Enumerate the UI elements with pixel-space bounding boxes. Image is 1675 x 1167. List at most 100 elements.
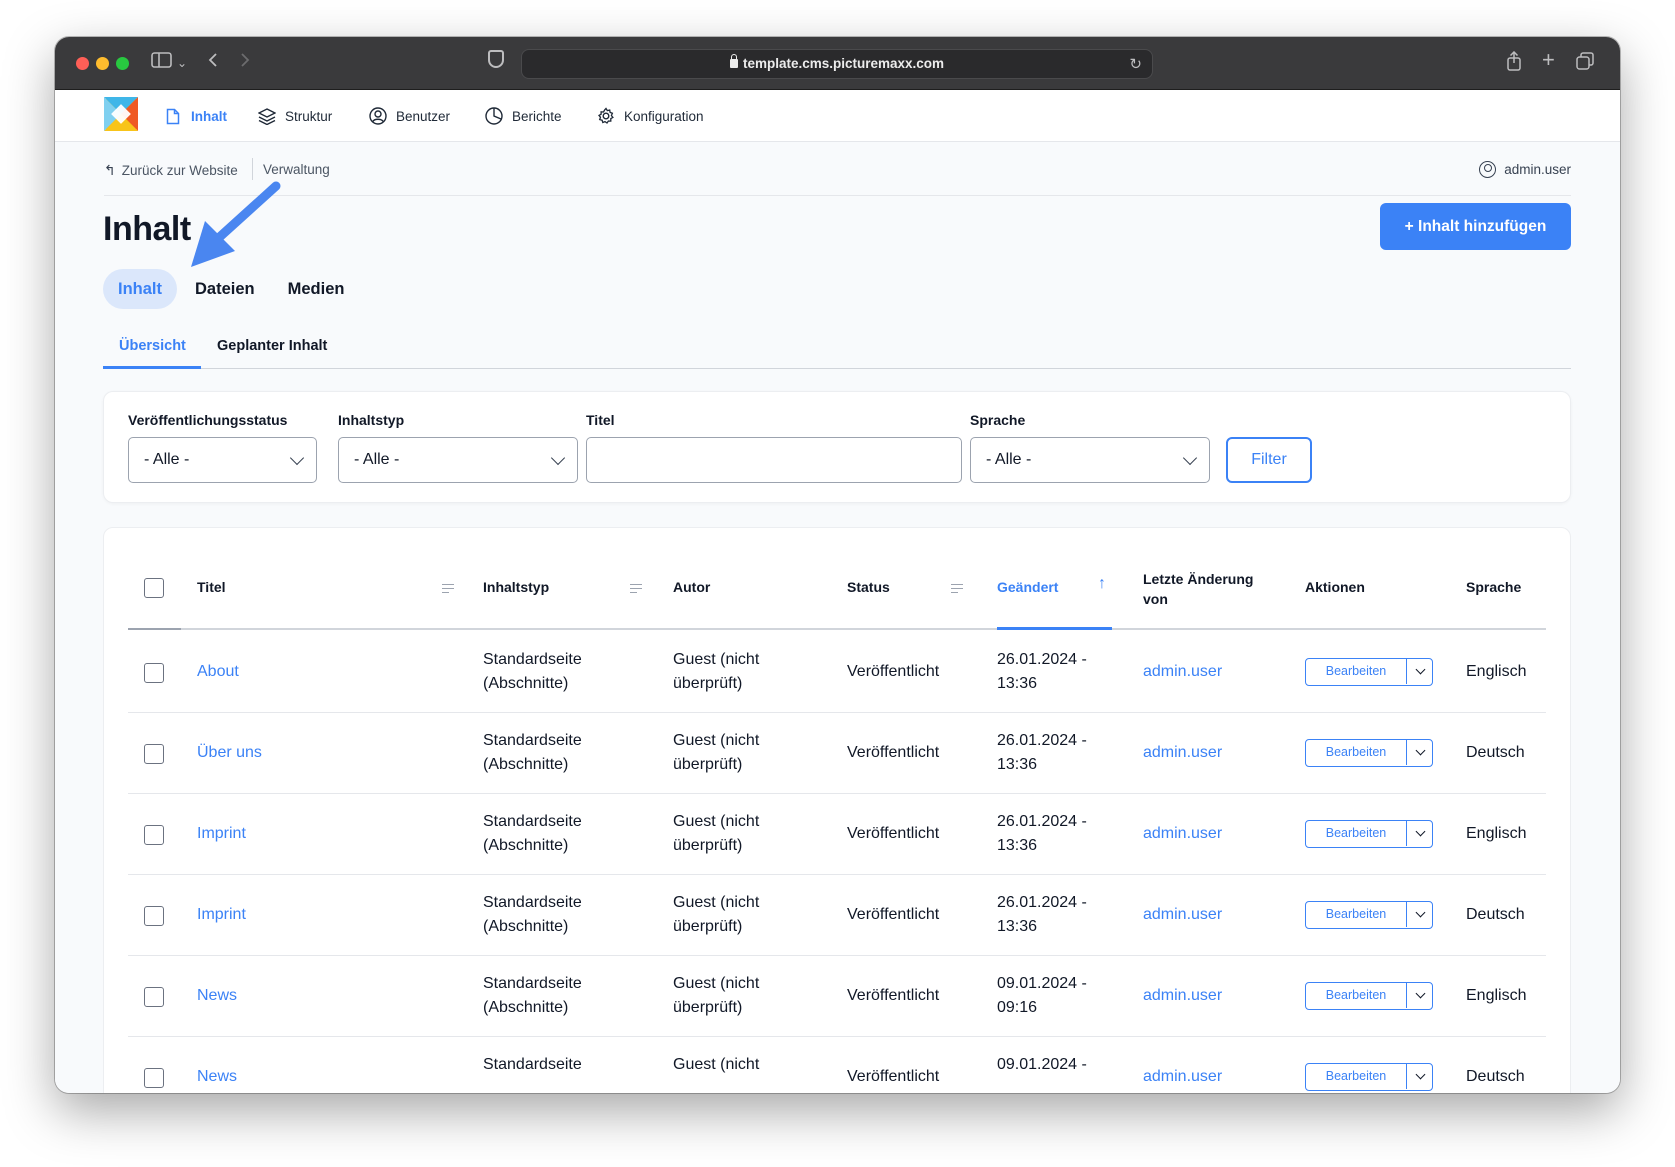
sort-lines-icon[interactable] [630, 584, 642, 593]
row-user-link[interactable]: admin.user [1143, 660, 1222, 684]
row-user-link[interactable]: admin.user [1143, 903, 1222, 927]
row-title-link[interactable]: News [197, 984, 237, 1008]
text-line: 13:36 [997, 756, 1038, 773]
privacy-shield-icon[interactable] [488, 50, 504, 68]
row-title-link[interactable]: Imprint [197, 822, 246, 846]
header-author: Autor [673, 579, 711, 595]
chevron-down-icon[interactable] [1415, 988, 1426, 999]
sort-lines-icon[interactable] [951, 584, 963, 593]
tab-dateien[interactable]: Dateien [180, 269, 270, 309]
chevron-down-icon[interactable] [1415, 907, 1426, 918]
sort-ascending-arrow-icon[interactable]: ↑ [1098, 575, 1106, 593]
subtab-uebersicht[interactable]: Übersicht [119, 338, 186, 354]
active-tab-indicator [103, 366, 201, 369]
chevron-down-icon[interactable]: ⌄ [177, 51, 187, 75]
chevron-down-icon[interactable] [1415, 826, 1426, 837]
edit-button-group[interactable]: Bearbeiten [1305, 901, 1433, 929]
main-content: ↰ Zurück zur Website Verwaltung admin.us… [55, 143, 1620, 1093]
chevron-down-icon[interactable] [1415, 1069, 1426, 1080]
nav-struktur[interactable]: Struktur [258, 105, 332, 127]
header-type[interactable]: Inhaltstyp [483, 579, 549, 595]
text-line: 13:36 [997, 837, 1038, 854]
page-title: Inhalt [103, 210, 191, 248]
row-checkbox[interactable] [144, 906, 164, 926]
text-line: überprüft) [673, 756, 743, 773]
edit-button[interactable]: Bearbeiten [1306, 983, 1407, 1008]
nav-konfiguration[interactable]: Konfiguration [597, 105, 704, 127]
type-select[interactable]: - Alle - [338, 437, 578, 483]
edit-button-group[interactable]: Bearbeiten [1305, 1063, 1433, 1091]
status-select[interactable]: - Alle - [128, 437, 317, 483]
back-to-website-link[interactable]: ↰ Zurück zur Website [104, 162, 238, 179]
text-line: (Abschnitte) [483, 837, 569, 854]
forward-arrow-icon[interactable] [239, 51, 251, 75]
user-menu[interactable]: admin.user [1479, 161, 1571, 178]
reload-icon[interactable]: ↻ [1129, 55, 1142, 73]
table-row: News Standardseite (Abschnitte) Guest (ni… [128, 956, 1546, 1037]
back-arrow-icon[interactable] [207, 51, 219, 75]
row-title-link[interactable]: Imprint [197, 903, 246, 927]
edit-button[interactable]: Bearbeiten [1306, 821, 1407, 846]
text-line: überprüft) [673, 675, 743, 692]
tab-inhalt[interactable]: Inhalt [103, 269, 177, 309]
header-status[interactable]: Status [847, 579, 890, 595]
tab-medien[interactable]: Medien [273, 269, 360, 309]
nav-benutzer[interactable]: Benutzer [369, 105, 450, 127]
edit-button[interactable]: Bearbeiten [1306, 659, 1407, 684]
row-title-link[interactable]: News [197, 1065, 237, 1089]
chevron-down-icon[interactable] [1415, 664, 1426, 675]
app-logo[interactable] [104, 97, 138, 131]
text-line: 13:36 [997, 918, 1038, 935]
tab-overview-icon[interactable] [1575, 51, 1595, 77]
edit-button[interactable]: Bearbeiten [1306, 740, 1407, 765]
edit-button[interactable]: Bearbeiten [1306, 902, 1407, 927]
header-changed[interactable]: Geändert [997, 579, 1058, 595]
header-actions: Aktionen [1305, 579, 1365, 595]
row-changed: 26.01.2024 - 13:36 [997, 648, 1087, 696]
row-author: Guest (nicht überprüft) [673, 648, 759, 696]
row-user-link[interactable]: admin.user [1143, 984, 1222, 1008]
minimize-window-button[interactable] [96, 57, 109, 70]
edit-button-group[interactable]: Bearbeiten [1305, 739, 1433, 767]
edit-button-group[interactable]: Bearbeiten [1305, 658, 1433, 686]
sort-lines-icon[interactable] [442, 584, 454, 593]
chevron-down-icon[interactable] [1415, 745, 1426, 756]
nav-label: Konfiguration [624, 108, 704, 124]
language-select[interactable]: - Alle - [970, 437, 1210, 483]
select-all-checkbox[interactable] [144, 578, 164, 598]
row-checkbox[interactable] [144, 663, 164, 683]
table-row: Über uns Standardseite (Abschnitte) Guest… [128, 713, 1546, 794]
row-checkbox[interactable] [144, 1068, 164, 1088]
nav-inhalt[interactable]: Inhalt [164, 105, 227, 127]
row-author: Guest (nicht überprüft) [673, 810, 759, 858]
url-text: template.cms.picturemaxx.com [742, 56, 945, 71]
row-language: Englisch [1466, 663, 1527, 680]
text-line: (Abschnitte) [483, 675, 569, 692]
add-content-button[interactable]: + Inhalt hinzufügen [1380, 203, 1571, 250]
header-title[interactable]: Titel [197, 579, 226, 595]
row-user-link[interactable]: admin.user [1143, 741, 1222, 765]
maximize-window-button[interactable] [116, 57, 129, 70]
filter-label-type: Inhaltstyp [338, 412, 405, 428]
edit-button-group[interactable]: Bearbeiten [1305, 820, 1433, 848]
title-input[interactable] [586, 437, 962, 483]
row-checkbox[interactable] [144, 825, 164, 845]
address-bar[interactable]: template.cms.picturemaxx.com ↻ [521, 49, 1153, 79]
edit-button-group[interactable]: Bearbeiten [1305, 982, 1433, 1010]
row-user-link[interactable]: admin.user [1143, 822, 1222, 846]
row-type: Standardseite (Abschnitte) [483, 972, 582, 1020]
share-icon[interactable] [1506, 50, 1522, 77]
row-checkbox[interactable] [144, 987, 164, 1007]
row-checkbox[interactable] [144, 744, 164, 764]
subtab-geplanter-inhalt[interactable]: Geplanter Inhalt [217, 338, 327, 354]
browser-window: ⌄ template.cms.picturemaxx.com ↻ + Inhal… [55, 37, 1620, 1093]
row-title-link[interactable]: About [197, 660, 239, 684]
row-user-link[interactable]: admin.user [1143, 1065, 1222, 1089]
nav-berichte[interactable]: Berichte [485, 105, 562, 127]
filter-button[interactable]: Filter [1226, 437, 1312, 483]
sidebar-toggle-icon[interactable] [151, 51, 173, 75]
close-window-button[interactable] [76, 57, 89, 70]
row-title-link[interactable]: Über uns [197, 741, 262, 765]
new-tab-icon[interactable]: + [1542, 48, 1555, 72]
edit-button[interactable]: Bearbeiten [1306, 1064, 1407, 1089]
